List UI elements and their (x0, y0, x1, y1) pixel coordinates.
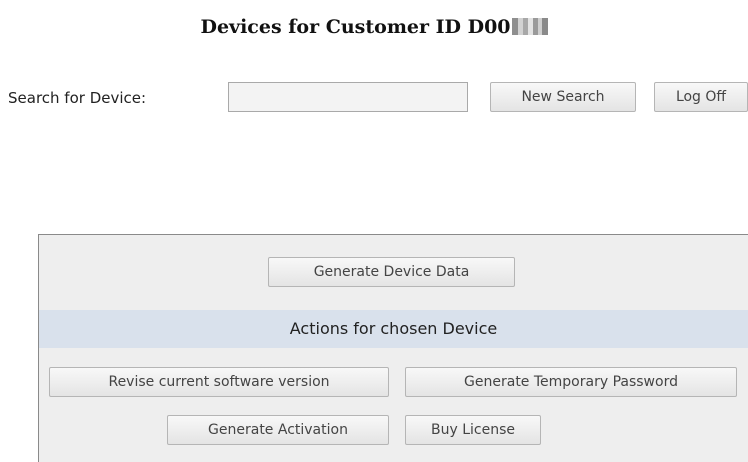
generate-device-data-button[interactable]: Generate Device Data (268, 257, 515, 287)
generate-activation-button[interactable]: Generate Activation (167, 415, 389, 445)
search-row: Search for Device: New Search Log Off (0, 80, 748, 116)
log-off-button[interactable]: Log Off (654, 82, 748, 112)
actions-header: Actions for chosen Device (39, 310, 748, 348)
customer-id-redaction (511, 18, 548, 35)
page-title-text: Devices for Customer ID D00 (200, 16, 511, 38)
buy-license-button[interactable]: Buy License (405, 415, 541, 445)
search-input[interactable] (228, 82, 468, 112)
search-label: Search for Device: (8, 89, 147, 107)
revise-software-version-button[interactable]: Revise current software version (49, 367, 389, 397)
new-search-button[interactable]: New Search (490, 82, 636, 112)
device-actions-panel: Generate Device Data Actions for chosen … (38, 234, 748, 462)
generate-temporary-password-button[interactable]: Generate Temporary Password (405, 367, 737, 397)
page-title: Devices for Customer ID D00 (0, 16, 748, 38)
